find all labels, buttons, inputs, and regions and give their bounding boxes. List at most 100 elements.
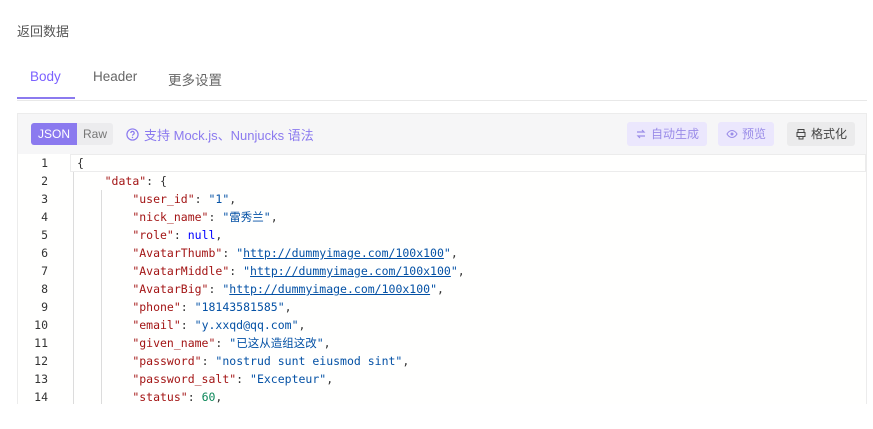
line-number: 9 xyxy=(41,300,48,314)
code-line: "nick_name": "雷秀兰", xyxy=(70,208,866,226)
code-line: "AvatarThumb": "http://dummyimage.com/10… xyxy=(70,244,866,262)
code-token: "status" xyxy=(132,390,188,404)
line-number: 14 xyxy=(34,390,48,404)
tab-more-settings[interactable]: 更多设置 xyxy=(168,69,222,89)
line-number: 2 xyxy=(41,174,48,188)
code-token: , xyxy=(270,210,278,224)
eye-icon xyxy=(726,129,738,139)
code-token: : xyxy=(180,318,195,332)
code-token: "y.xxqd@qq.com" xyxy=(194,318,299,332)
code-token: "已这从造组这改" xyxy=(229,336,324,350)
line-number: 1 xyxy=(41,156,48,170)
code-token: : xyxy=(187,390,202,404)
help-circle-icon xyxy=(126,128,139,141)
auto-generate-button[interactable]: 自动生成 xyxy=(627,122,708,146)
code-line: "phone": "18143581585", xyxy=(70,298,866,316)
code-token: : xyxy=(180,300,195,314)
code-token: "AvatarThumb" xyxy=(132,246,223,260)
code-line: "role": null, xyxy=(70,226,866,244)
code-token: " xyxy=(450,264,458,278)
tab-bar: Body Header 更多设置 xyxy=(17,66,867,101)
code-token: "nick_name" xyxy=(132,210,209,224)
code-area[interactable]: 1 2 3 4 5 6 7 8 9 10 11 12 13 14 { "data": { "user_id… xyxy=(18,154,866,404)
code-token: , xyxy=(229,192,237,206)
mock-syntax-label: 支持 Mock.js、Nunjucks 语法 xyxy=(144,128,314,143)
active-tab-indicator xyxy=(17,97,75,99)
code-token: "data" xyxy=(104,174,147,188)
code-token: : xyxy=(208,210,223,224)
code-token: : xyxy=(236,372,251,386)
code-token: , xyxy=(284,300,292,314)
code-line: "user_id": "1", xyxy=(70,190,866,208)
response-editor: JSON Raw 支持 Mock.js、Nunjucks 语法 自动生成 预览 xyxy=(17,113,867,404)
line-number: 10 xyxy=(34,318,48,332)
code-token: "email" xyxy=(132,318,181,332)
line-number: 6 xyxy=(41,246,48,260)
code-token: " xyxy=(430,282,438,296)
code-token: "password_salt" xyxy=(132,372,237,386)
format-switch: JSON Raw xyxy=(31,123,114,145)
code-token: : xyxy=(215,336,230,350)
code-link[interactable]: http://dummyimage.com/100x100 xyxy=(250,264,451,278)
json-mode-button[interactable]: JSON xyxy=(31,123,78,145)
format-button[interactable]: 格式化 xyxy=(787,122,856,146)
code-token: null xyxy=(187,228,216,242)
code-link[interactable]: http://dummyimage.com/100x100 xyxy=(229,282,430,296)
line-number: 4 xyxy=(41,210,48,224)
code-token: : xyxy=(194,192,209,206)
tab-header[interactable]: Header xyxy=(93,69,137,84)
code-line: "AvatarMiddle": "http://dummyimage.com/1… xyxy=(70,262,866,280)
line-number: 5 xyxy=(41,228,48,242)
code-token: , xyxy=(402,354,410,368)
code-token: , xyxy=(450,246,458,260)
code-link[interactable]: http://dummyimage.com/100x100 xyxy=(243,246,444,260)
code-line: "data": { xyxy=(70,172,866,190)
code-token: : xyxy=(173,228,188,242)
code-token: "nostrud sunt eiusmod sint" xyxy=(215,354,403,368)
line-number: 11 xyxy=(34,336,48,350)
code-token: "18143581585" xyxy=(194,300,285,314)
code-line: "AvatarBig": "http://dummyimage.com/100x… xyxy=(70,280,866,298)
code-token: : xyxy=(222,246,237,260)
code-token: "password" xyxy=(132,354,202,368)
code-token: : { xyxy=(146,174,167,188)
preview-button[interactable]: 预览 xyxy=(718,122,775,146)
auto-generate-label: 自动生成 xyxy=(651,127,700,141)
sync-icon xyxy=(636,129,646,139)
code-token: "role" xyxy=(132,228,174,242)
code-token: "Excepteur" xyxy=(250,372,327,386)
preview-label: 预览 xyxy=(742,127,767,141)
code-token: : xyxy=(229,264,244,278)
format-label: 格式化 xyxy=(811,127,848,141)
code-lines: { "data": { "user_id": "1", "nick_name":… xyxy=(70,154,866,404)
code-token: , xyxy=(215,228,223,242)
code-token: , xyxy=(437,282,444,296)
code-line: "status": 60, xyxy=(70,388,866,404)
line-number: 13 xyxy=(34,372,48,386)
code-token: "given_name" xyxy=(132,336,216,350)
code-token: , xyxy=(457,264,465,278)
code-token: , xyxy=(326,372,334,386)
tab-body[interactable]: Body xyxy=(30,69,61,84)
code-line: "password_salt": "Excepteur", xyxy=(70,370,866,388)
code-token: { xyxy=(76,156,84,170)
code-token: : xyxy=(208,282,223,296)
line-number: 8 xyxy=(41,282,48,296)
code-token: "user_id" xyxy=(132,192,195,206)
line-number: 7 xyxy=(41,264,48,278)
format-icon xyxy=(796,129,806,140)
code-line: "password": "nostrud sunt eiusmod sint", xyxy=(70,352,866,370)
line-number-gutter: 1 2 3 4 5 6 7 8 9 10 11 12 13 14 xyxy=(18,154,70,404)
code-token: "AvatarBig" xyxy=(132,282,209,296)
raw-mode-button[interactable]: Raw xyxy=(77,123,114,145)
code-token: "雷秀兰" xyxy=(222,210,271,224)
code-token: " xyxy=(443,246,451,260)
code-line: "email": "y.xxqd@qq.com", xyxy=(70,316,866,334)
editor-toolbar: JSON Raw 支持 Mock.js、Nunjucks 语法 自动生成 预览 xyxy=(18,114,866,155)
code-token: 60 xyxy=(201,390,216,404)
code-token: , xyxy=(298,318,306,332)
code-line: { xyxy=(70,154,866,172)
code-token: "phone" xyxy=(132,300,181,314)
code-token: : xyxy=(201,354,216,368)
mock-syntax-tip[interactable]: 支持 Mock.js、Nunjucks 语法 xyxy=(126,125,314,144)
